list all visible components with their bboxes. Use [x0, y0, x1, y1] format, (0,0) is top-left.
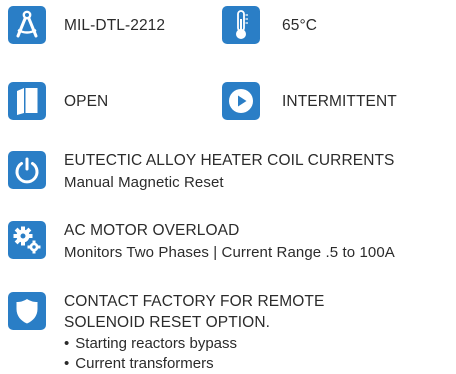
duty-tile	[222, 82, 260, 120]
enclosure-box-icon	[17, 88, 38, 115]
feature-title-motor: AC MOTOR OVERLOAD	[64, 222, 240, 239]
spec-enclosure: OPEN	[64, 93, 109, 110]
power-icon	[15, 157, 39, 184]
play-circle-icon	[229, 89, 253, 113]
thermometer-tile	[222, 6, 260, 44]
feature-detail-heater: Manual Magnetic Reset	[64, 174, 224, 191]
spec-temperature: 65°C	[282, 17, 318, 34]
list-item: Current transformers	[64, 354, 237, 374]
compass-drafting-icon	[16, 10, 38, 38]
list-item: Starting reactors bypass	[64, 334, 237, 354]
thermometer-icon	[236, 10, 248, 39]
spec-duty: INTERMITTENT	[282, 93, 397, 110]
feature-detail-motor: Monitors Two Phases | Current Range .5 t…	[64, 244, 395, 261]
shield-icon	[16, 299, 38, 324]
power-tile	[8, 151, 46, 189]
feature-title-contact-line2: SOLENOID RESET OPTION.	[64, 314, 271, 331]
compass-tile	[8, 6, 46, 44]
spec-standard: MIL-DTL-2212	[64, 17, 166, 34]
shield-tile	[8, 292, 46, 330]
enclosure-tile	[8, 82, 46, 120]
feature-title-heater: EUTECTIC ALLOY HEATER COIL CURRENTS	[64, 152, 395, 169]
feature-title-contact-line1: CONTACT FACTORY FOR REMOTE	[64, 293, 325, 310]
feature-bullet-list: Starting reactors bypass Current transfo…	[64, 334, 237, 374]
gears-icon	[13, 226, 41, 254]
gears-tile	[8, 221, 46, 259]
